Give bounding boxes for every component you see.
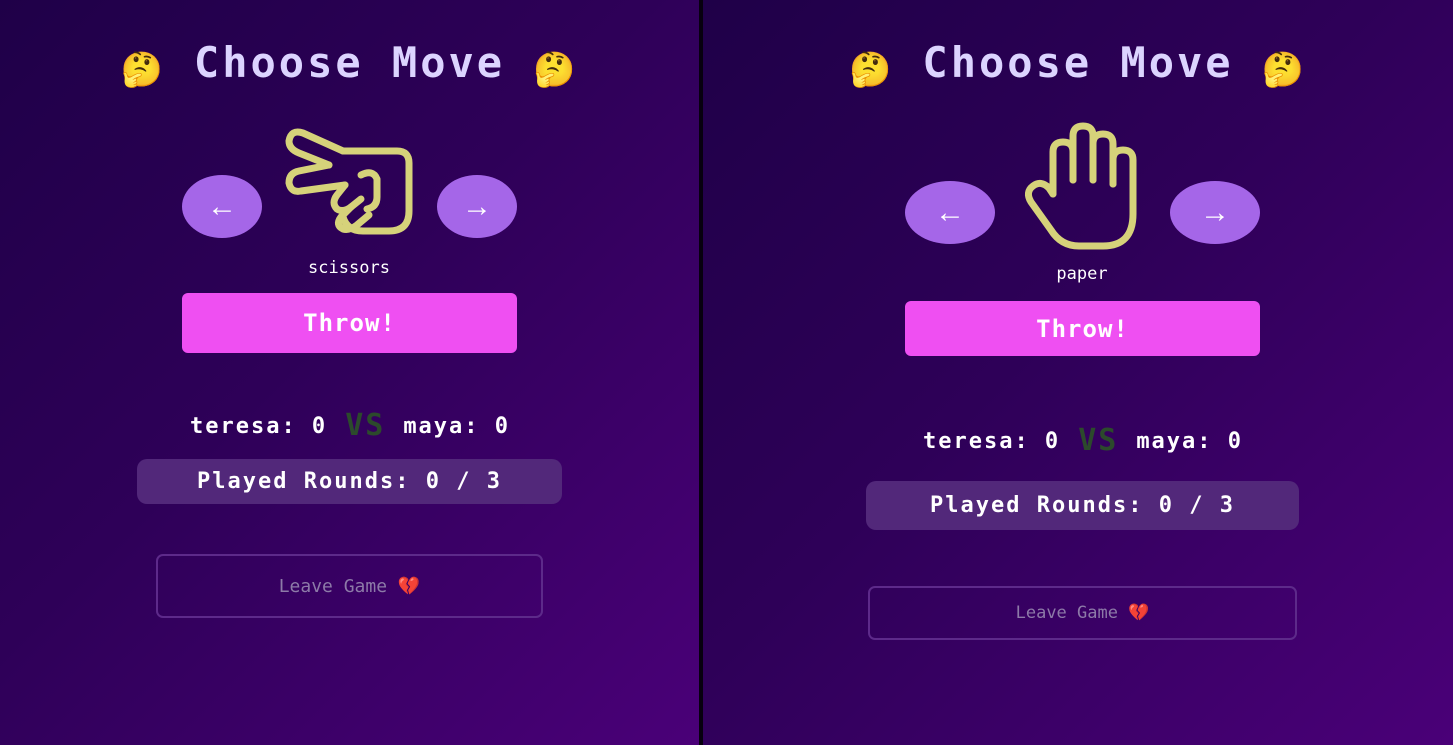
- player1-score: teresa: 0: [922, 429, 1061, 454]
- leave-game-button[interactable]: Leave Game 💔: [868, 586, 1297, 640]
- prev-move-button[interactable]: ←: [182, 175, 262, 238]
- played-rounds-badge: Played Rounds: 0 / 3: [137, 459, 562, 504]
- arrow-left-icon: ←: [207, 189, 237, 223]
- vs-label: VS: [345, 408, 386, 443]
- arrow-right-icon: →: [462, 189, 492, 223]
- scissors-hand-icon: [285, 125, 415, 237]
- thinking-face-icon: 🤔: [533, 50, 579, 90]
- throw-button[interactable]: Throw!: [182, 293, 517, 353]
- left-player-panel: 🤔 Choose Move 🤔 ← → scissors Throw! teresa…: [0, 0, 699, 745]
- leave-game-button[interactable]: Leave Game 💔: [156, 554, 543, 618]
- next-move-button[interactable]: →: [1170, 181, 1260, 244]
- selected-move-label: paper: [1056, 264, 1108, 284]
- arrow-left-icon: ←: [935, 195, 965, 229]
- thinking-face-icon: 🤔: [120, 50, 166, 90]
- thinking-face-icon: 🤔: [1261, 50, 1307, 90]
- player2-score: maya: 0: [1136, 429, 1244, 454]
- title-text: Choose Move: [193, 38, 506, 87]
- player1-score: teresa: 0: [189, 414, 328, 439]
- score-line: teresa: 0 VS maya: 0: [100, 408, 600, 443]
- score-line: teresa: 0 VS maya: 0: [833, 423, 1333, 458]
- played-rounds-badge: Played Rounds: 0 / 3: [866, 481, 1299, 530]
- right-player-panel: 🤔 Choose Move 🤔 ← → paper Throw! teresa: 0…: [703, 0, 1453, 745]
- selected-move-label: scissors: [308, 258, 390, 278]
- page-title: 🤔 Choose Move 🤔: [0, 38, 699, 90]
- paper-hand-icon: [1023, 122, 1143, 250]
- vs-label: VS: [1078, 423, 1119, 458]
- title-text: Choose Move: [922, 38, 1234, 87]
- prev-move-button[interactable]: ←: [905, 181, 995, 244]
- page-title: 🤔 Choose Move 🤔: [703, 38, 1453, 90]
- throw-button[interactable]: Throw!: [905, 301, 1260, 356]
- thinking-face-icon: 🤔: [849, 50, 895, 90]
- next-move-button[interactable]: →: [437, 175, 517, 238]
- player2-score: maya: 0: [403, 414, 511, 439]
- arrow-right-icon: →: [1200, 195, 1230, 229]
